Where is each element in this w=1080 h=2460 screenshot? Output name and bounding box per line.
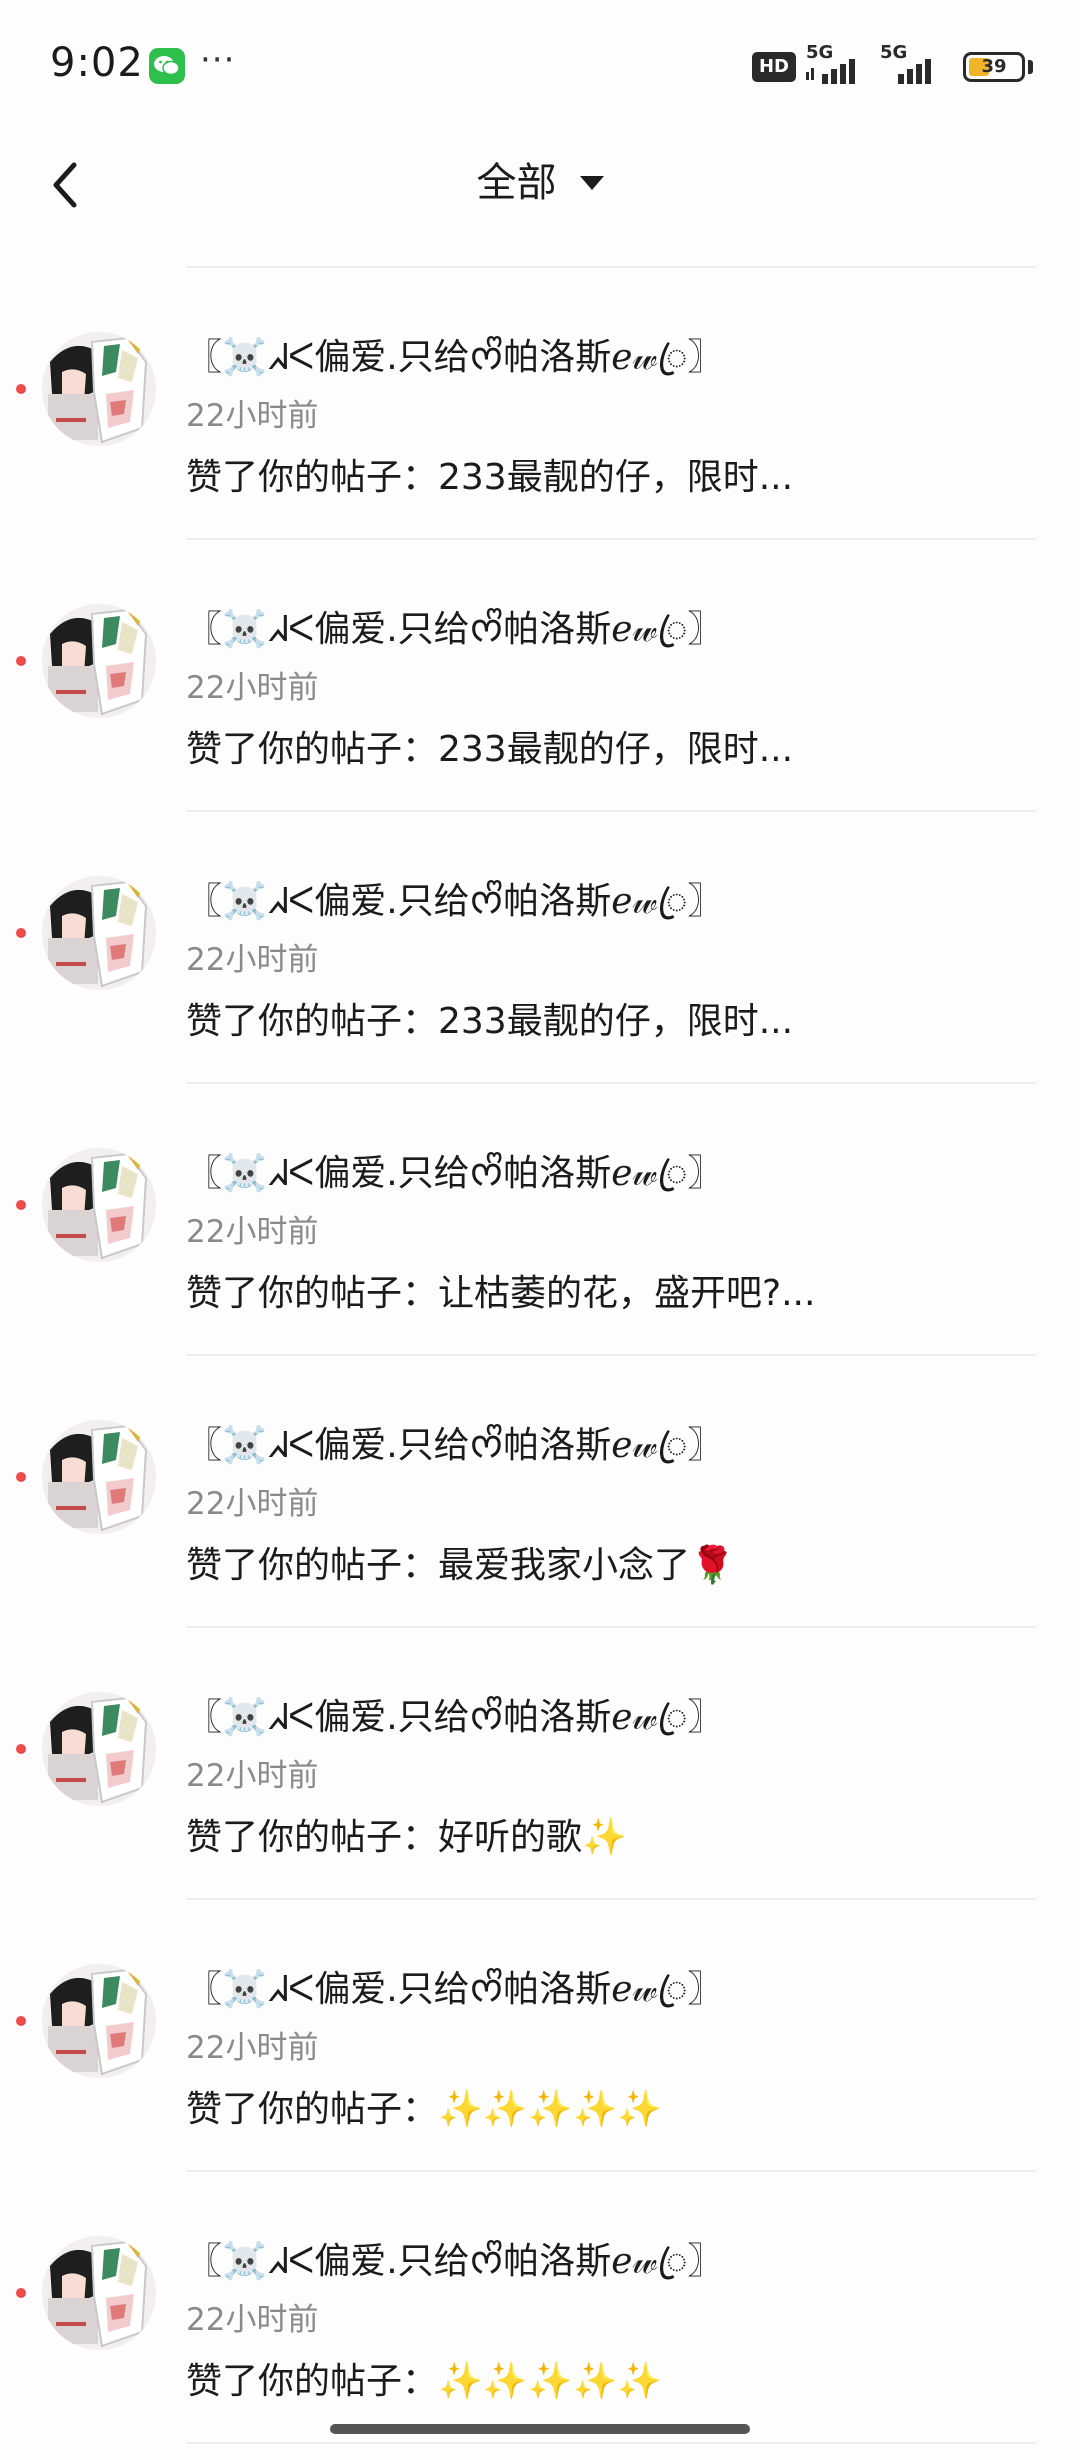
notification-text: 赞了你的帖子：✨✨✨✨✨ xyxy=(186,2089,663,2130)
timestamp: 22小时前 xyxy=(186,1214,319,1250)
notification-item[interactable]: 〖☠️ᖽᐸ偏爱.只给ᰔᩚ帕洛斯ℯ𝓌ꦿ〗 22小时前 赞了你的帖子：让枯萎的花，盛… xyxy=(0,1084,1080,1356)
item-divider xyxy=(186,2442,1036,2444)
wechat-icon xyxy=(149,48,185,84)
unread-dot xyxy=(16,1744,26,1754)
avatar[interactable] xyxy=(42,1148,156,1262)
title-dropdown[interactable]: 全部 xyxy=(0,138,1080,228)
notification-item[interactable]: 〖☠️ᖽᐸ偏爱.只给ᰔᩚ帕洛斯ℯ𝓌ꦿ〗 22小时前 赞了你的帖子：233最靓的仔… xyxy=(0,812,1080,1084)
notification-text: 赞了你的帖子：最爱我家小念了🌹 xyxy=(186,1545,735,1586)
battery-icon: 39 xyxy=(963,52,1025,82)
avatar-image xyxy=(42,604,156,718)
notification-text: 赞了你的帖子：好听的歌✨ xyxy=(186,1817,627,1858)
battery-tip xyxy=(1028,60,1033,74)
unread-dot xyxy=(16,1200,26,1210)
notification-list: 〖☠️ᖽᐸ偏爱.只给ᰔᩚ帕洛斯ℯ𝓌ꦿ〗 22小时前 赞了你的帖子：233最靓的仔… xyxy=(0,268,1080,2444)
avatar-image xyxy=(42,2236,156,2350)
avatar-image xyxy=(42,332,156,446)
avatar-image xyxy=(42,1420,156,1534)
notification-text: 赞了你的帖子：让枯萎的花，盛开吧?... xyxy=(186,1273,816,1314)
notification-text: 赞了你的帖子：✨✨✨✨✨ xyxy=(186,2361,663,2402)
hd-voice-icon: HD xyxy=(752,52,796,82)
timestamp: 22小时前 xyxy=(186,398,319,434)
timestamp: 22小时前 xyxy=(186,942,319,978)
unread-dot xyxy=(16,656,26,666)
notification-text: 赞了你的帖子：233最靓的仔，限时... xyxy=(186,457,794,498)
avatar[interactable] xyxy=(42,332,156,446)
timestamp: 22小时前 xyxy=(186,2302,319,2338)
status-time: 9:02 xyxy=(50,40,144,86)
status-bar: 9:02 ··· HD 5G 5G 39 xyxy=(0,0,1080,140)
timestamp: 22小时前 xyxy=(186,2030,319,2066)
timestamp: 22小时前 xyxy=(186,1758,319,1794)
notification-text: 赞了你的帖子：233最靓的仔，限时... xyxy=(186,1001,794,1042)
notification-item[interactable]: 〖☠️ᖽᐸ偏爱.只给ᰔᩚ帕洛斯ℯ𝓌ꦿ〗 22小时前 赞了你的帖子：233最靓的仔… xyxy=(0,540,1080,812)
avatar-image xyxy=(42,1692,156,1806)
notification-item[interactable]: 〖☠️ᖽᐸ偏爱.只给ᰔᩚ帕洛斯ℯ𝓌ꦿ〗 22小时前 赞了你的帖子：✨✨✨✨✨ xyxy=(0,1900,1080,2172)
avatar-image xyxy=(42,876,156,990)
unread-dot xyxy=(16,2288,26,2298)
more-notifications-icon: ··· xyxy=(200,40,236,80)
notification-item[interactable]: 〖☠️ᖽᐸ偏爱.只给ᰔᩚ帕洛斯ℯ𝓌ꦿ〗 22小时前 赞了你的帖子：233最靓的仔… xyxy=(0,268,1080,540)
signal-strength-icon xyxy=(806,59,855,84)
caret-down-icon xyxy=(579,176,604,190)
avatar[interactable] xyxy=(42,1420,156,1534)
unread-dot xyxy=(16,384,26,394)
avatar[interactable] xyxy=(42,876,156,990)
avatar-image xyxy=(42,1964,156,2078)
unread-dot xyxy=(16,928,26,938)
notification-item[interactable]: 〖☠️ᖽᐸ偏爱.只给ᰔᩚ帕洛斯ℯ𝓌ꦿ〗 22小时前 赞了你的帖子：最爱我家小念了… xyxy=(0,1356,1080,1628)
timestamp: 22小时前 xyxy=(186,670,319,706)
unread-dot xyxy=(16,2016,26,2026)
avatar[interactable] xyxy=(42,2236,156,2350)
avatar[interactable] xyxy=(42,1964,156,2078)
notification-item[interactable]: 〖☠️ᖽᐸ偏爱.只给ᰔᩚ帕洛斯ℯ𝓌ꦿ〗 22小时前 赞了你的帖子：好听的歌✨ xyxy=(0,1628,1080,1900)
avatar-image xyxy=(42,1148,156,1262)
avatar[interactable] xyxy=(42,1692,156,1806)
notification-item[interactable]: 〖☠️ᖽᐸ偏爱.只给ᰔᩚ帕洛斯ℯ𝓌ꦿ〗 22小时前 赞了你的帖子：✨✨✨✨✨ xyxy=(0,2172,1080,2444)
page-title: 全部 xyxy=(476,160,557,206)
notification-text: 赞了你的帖子：233最靓的仔，限时... xyxy=(186,729,794,770)
header: 全部 xyxy=(0,120,1080,260)
home-indicator[interactable] xyxy=(330,2424,750,2434)
signal-strength-icon-2 xyxy=(898,59,931,84)
timestamp: 22小时前 xyxy=(186,1486,319,1522)
avatar[interactable] xyxy=(42,604,156,718)
unread-dot xyxy=(16,1472,26,1482)
battery-percent: 39 xyxy=(981,56,1007,77)
